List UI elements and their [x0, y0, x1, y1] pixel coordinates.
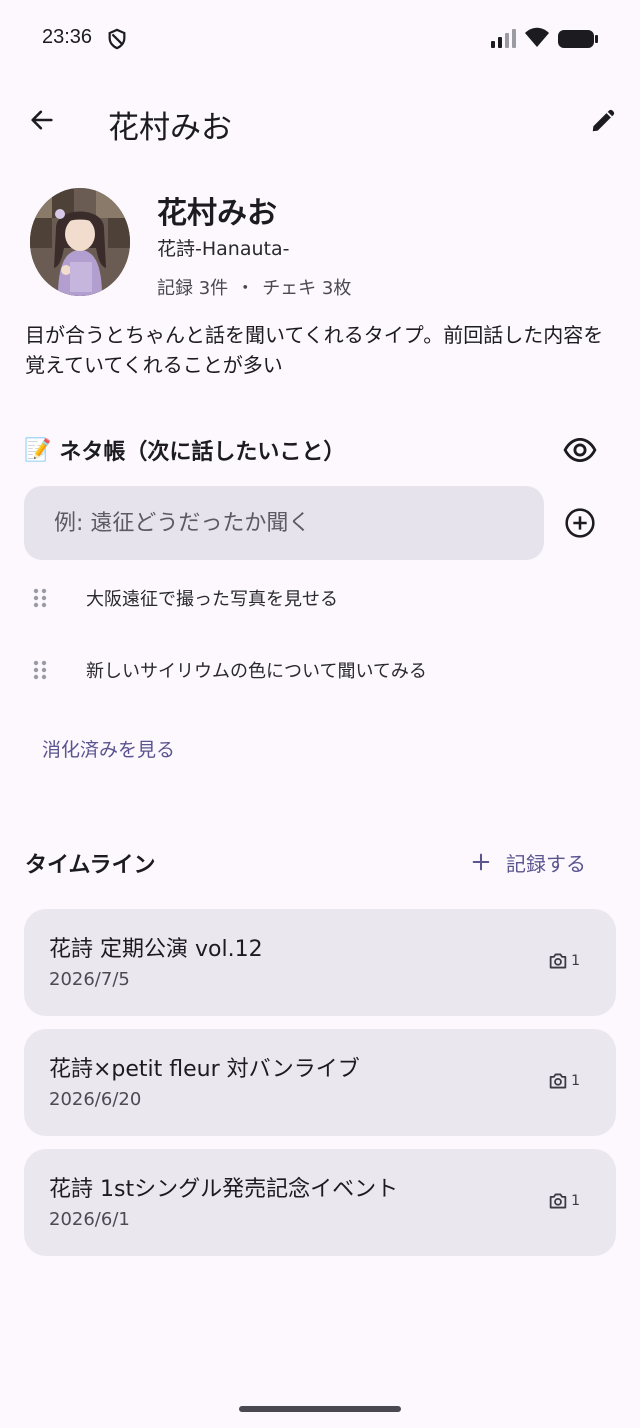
profile-name: 花村みお	[157, 196, 277, 231]
card-title: 花詩 1stシングル発売記念イベント	[49, 1177, 399, 1202]
battery-icon	[558, 29, 598, 49]
add-neta-button[interactable]	[556, 499, 604, 547]
timeline-card[interactable]: 花詩×petit fleur 対バンライブ 2026/6/20 1	[24, 1029, 616, 1136]
back-button[interactable]	[18, 96, 66, 144]
neta-section-title: 📝 ネタ帳（次に話したいこと）	[24, 434, 345, 466]
card-title: 花詩×petit fleur 対バンライブ	[49, 1057, 360, 1082]
drag-handle-icon[interactable]	[26, 656, 54, 684]
visibility-toggle-button[interactable]	[556, 426, 604, 474]
profile-group: 花詩-Hanauta-	[157, 238, 290, 260]
shield-icon	[106, 28, 128, 50]
camera-icon	[549, 953, 567, 969]
photo-count: 1	[548, 1192, 580, 1210]
card-title: 花詩 定期公演 vol.12	[49, 937, 263, 962]
home-indicator[interactable]	[239, 1406, 401, 1412]
arrow-back-icon	[31, 110, 53, 130]
photo-count: 1	[548, 952, 580, 970]
card-date: 2026/6/1	[49, 1209, 130, 1230]
stats-separator: ・	[236, 278, 255, 299]
show-done-link[interactable]: 消化済みを見る	[42, 735, 175, 762]
photo-count: 1	[548, 1072, 580, 1090]
neta-title-label: ネタ帳（次に話したいこと）	[59, 440, 346, 465]
camera-icon	[549, 1193, 567, 1209]
page-title: 花村みお	[108, 110, 232, 146]
profile-note: 目が合うとちゃんと話を聞いてくれるタイプ。前回話した内容を覚えていてくれることが…	[25, 323, 604, 377]
avatar	[30, 188, 130, 296]
card-date: 2026/6/20	[49, 1089, 142, 1110]
timeline-title: タイムライン	[25, 853, 156, 878]
eye-icon	[563, 437, 597, 463]
timeline-card[interactable]: 花詩 定期公演 vol.12 2026/7/5 1	[24, 909, 616, 1016]
add-record-label: 記録する	[506, 851, 586, 876]
card-date: 2026/7/5	[49, 969, 130, 990]
photo-count-label: 1	[571, 1193, 580, 1209]
neta-item-label: 新しいサイリウムの色について聞いてみる	[86, 661, 427, 682]
add-circle-icon	[565, 508, 595, 538]
drag-handle-icon[interactable]	[26, 584, 54, 612]
edit-button[interactable]	[580, 96, 628, 144]
timeline-card[interactable]: 花詩 1stシングル発売記念イベント 2026/6/1 1	[24, 1149, 616, 1256]
edit-pencil-icon	[592, 109, 615, 132]
neta-input[interactable]	[24, 486, 544, 560]
memo-icon: 📝	[24, 437, 52, 463]
add-record-button[interactable]: 記録する	[470, 842, 586, 882]
wifi-icon	[524, 26, 550, 48]
plus-icon	[472, 853, 490, 871]
status-time: 23:36	[42, 26, 93, 48]
photo-count-label: 1	[571, 1073, 580, 1089]
photo-count-label: 1	[571, 953, 580, 969]
signal-icon	[490, 28, 518, 48]
neta-item[interactable]: 大阪遠征で撮った写真を見せる	[24, 573, 616, 623]
records-count: 記録 3件	[157, 278, 229, 299]
neta-item-label: 大阪遠征で撮った写真を見せる	[86, 589, 338, 610]
profile-stats: 記録 3件 ・ チェキ 3枚	[157, 274, 351, 300]
camera-icon	[549, 1073, 567, 1089]
neta-item[interactable]: 新しいサイリウムの色について聞いてみる	[24, 645, 616, 695]
cheki-count: チェキ 3枚	[262, 278, 352, 299]
